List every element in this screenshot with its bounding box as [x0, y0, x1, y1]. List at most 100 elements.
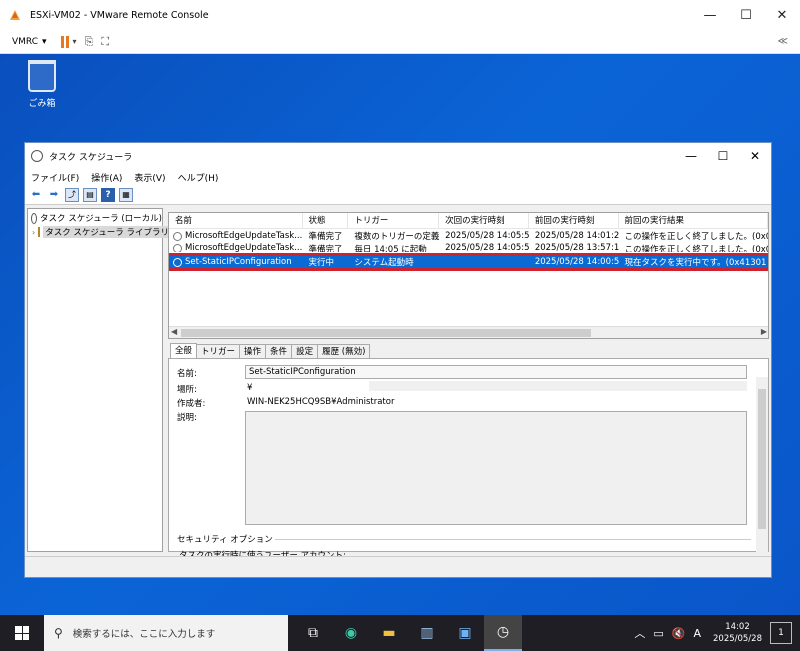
- close-button[interactable]: ✕: [764, 0, 800, 30]
- tab-general[interactable]: 全般: [170, 343, 198, 358]
- ts-maximize-button[interactable]: ☐: [707, 143, 739, 169]
- ts-minimize-button[interactable]: —: [675, 143, 707, 169]
- forward-arrow-icon[interactable]: ➡: [47, 188, 61, 202]
- tree-item-local[interactable]: タスク スケジューラ (ローカル): [28, 211, 162, 225]
- remote-desktop-icon[interactable]: ▣: [446, 615, 484, 651]
- network-icon[interactable]: ⎘: [85, 35, 94, 49]
- column-header-next-run[interactable]: 次回の実行時刻: [439, 213, 529, 228]
- tree-item-label: タスク スケジューラ (ローカル): [40, 214, 162, 224]
- table-row-selected[interactable]: Set-StaticIPConfiguration 実行中 システム起動時 20…: [169, 253, 768, 271]
- taskbar: ⚲ 検索するには、ここに入力します ⧉ ◉ ▬ ▥ ▣ ◷ ︿ ▭ 🔇 A 14…: [0, 615, 800, 651]
- task-icon: [173, 243, 182, 252]
- cell-last-run: 2025/05/28 14:00:55: [534, 257, 619, 267]
- tab-actions[interactable]: 操作: [239, 344, 267, 358]
- column-header-name[interactable]: 名前: [169, 213, 303, 228]
- ts-toolbar: ⬅ ➡ ⤴ ▤ ? ▦: [25, 185, 771, 205]
- volume-muted-icon[interactable]: 🔇: [672, 627, 686, 640]
- recycle-bin[interactable]: ごみ箱: [22, 60, 62, 109]
- menu-view[interactable]: 表示(V): [134, 171, 165, 184]
- table-row[interactable]: MicrosoftEdgeUpdateTask... 準備完了 複数のトリガーの…: [169, 229, 768, 243]
- file-explorer-icon[interactable]: ▬: [370, 615, 408, 651]
- notification-center-button[interactable]: 1: [770, 622, 792, 644]
- chevron-up-icon[interactable]: ︿: [634, 625, 645, 641]
- cell-last-result: 現在タスクを実行中です。(0x41301): [624, 258, 768, 268]
- windows-logo-icon: [15, 626, 29, 640]
- tab-triggers[interactable]: トリガー: [196, 344, 241, 358]
- scroll-thumb[interactable]: [181, 329, 591, 337]
- table-row[interactable]: MicrosoftEdgeUpdateTask... 準備完了 毎日 14:05…: [169, 243, 768, 252]
- task-scheduler-window: タスク スケジューラ — ☐ ✕ ファイル(F) 操作(A) 表示(V) ヘルプ…: [24, 142, 772, 578]
- edge-icon[interactable]: ◉: [332, 615, 370, 651]
- collapse-toolbar-button[interactable]: ≪: [778, 36, 788, 47]
- taskbar-clock[interactable]: 14:02 2025/05/28: [713, 621, 762, 645]
- location-value: ¥: [247, 383, 253, 393]
- cell-last-result: この操作を正しく終了しました。(0x0): [624, 232, 768, 242]
- properties-icon[interactable]: ▦: [119, 187, 133, 202]
- chevron-down-icon[interactable]: ▾: [73, 37, 77, 46]
- clock-date: 2025/05/28: [713, 634, 762, 644]
- scroll-left-icon[interactable]: ◀: [171, 327, 177, 336]
- cell-name: MicrosoftEdgeUpdateTask...: [185, 231, 303, 241]
- help-icon[interactable]: ?: [101, 187, 115, 202]
- fullscreen-icon[interactable]: ⛶: [101, 35, 109, 49]
- name-label: 名前:: [177, 369, 197, 379]
- menu-action[interactable]: 操作(A): [91, 171, 122, 184]
- task-list-header: 名前 状態 トリガー 次回の実行時刻 前回の実行時刻 前回の実行結果: [169, 213, 768, 229]
- column-header-last-result[interactable]: 前回の実行結果: [619, 213, 768, 228]
- author-label: 作成者:: [177, 399, 206, 409]
- column-header-trigger[interactable]: トリガー: [348, 213, 440, 228]
- tab-settings[interactable]: 設定: [291, 344, 319, 358]
- back-arrow-icon[interactable]: ⬅: [29, 188, 43, 202]
- ime-indicator[interactable]: A: [693, 627, 701, 640]
- task-scheduler-taskbar-icon[interactable]: ◷: [484, 615, 522, 651]
- system-tray: ︿ ▭ 🔇 A 14:02 2025/05/28 1: [634, 615, 800, 651]
- ts-menu-bar: ファイル(F) 操作(A) 表示(V) ヘルプ(H): [25, 169, 771, 185]
- ts-window-title: タスク スケジューラ: [49, 152, 133, 163]
- tab-conditions[interactable]: 条件: [265, 344, 293, 358]
- vmrc-title-bar: ESXi-VM02 - VMware Remote Console — ☐ ✕: [0, 0, 800, 30]
- horizontal-scrollbar[interactable]: ◀ ▶: [169, 326, 768, 338]
- column-header-status[interactable]: 状態: [303, 213, 349, 228]
- recycle-bin-label: ごみ箱: [28, 99, 56, 109]
- cell-status: 準備完了: [308, 232, 343, 242]
- description-label: 説明:: [177, 413, 197, 423]
- vmrc-menu-button[interactable]: VMRC ▾: [12, 37, 47, 47]
- name-field[interactable]: Set-StaticIPConfiguration: [245, 365, 747, 379]
- menu-help[interactable]: ヘルプ(H): [178, 171, 219, 184]
- pause-icon[interactable]: [60, 35, 69, 48]
- cell-trigger: 毎日 14:05 に起動: [354, 245, 427, 252]
- cell-status: 実行中: [308, 258, 335, 268]
- tab-history[interactable]: 履歴 (無効): [317, 344, 371, 358]
- show-hide-pane-icon[interactable]: ▤: [83, 187, 97, 202]
- vmrc-toolbar: VMRC ▾ ▾ ⎘ ⛶ ≪: [0, 30, 800, 54]
- up-folder-icon[interactable]: ⤴: [65, 187, 79, 202]
- task-detail-pane: 全般 トリガー 操作 条件 設定 履歴 (無効) 名前: Set-StaticI…: [168, 343, 769, 561]
- ts-close-button[interactable]: ✕: [739, 143, 771, 169]
- location-label: 場所:: [177, 385, 197, 395]
- start-button[interactable]: [0, 615, 44, 651]
- chevron-right-icon[interactable]: ›: [32, 228, 35, 237]
- cell-trigger: システム起動時: [354, 258, 414, 268]
- tree-item-library[interactable]: › タスク スケジューラ ライブラリ: [28, 225, 172, 239]
- search-placeholder: 検索するには、ここに入力します: [72, 629, 216, 640]
- menu-file[interactable]: ファイル(F): [31, 171, 79, 184]
- task-scheduler-icon: [31, 150, 43, 162]
- detail-tabs: 全般 トリガー 操作 条件 設定 履歴 (無効): [168, 343, 769, 358]
- folder-icon: [38, 227, 41, 237]
- task-view-icon[interactable]: ⧉: [294, 615, 332, 651]
- scroll-right-icon[interactable]: ▶: [761, 327, 767, 336]
- minimize-button[interactable]: —: [692, 0, 728, 30]
- maximize-button[interactable]: ☐: [728, 0, 764, 30]
- taskbar-search-box[interactable]: ⚲ 検索するには、ここに入力します: [44, 615, 288, 651]
- cell-last-run: 2025/05/28 13:57:18: [534, 243, 619, 252]
- network-icon[interactable]: ▭: [653, 627, 663, 640]
- column-header-last-run[interactable]: 前回の実行時刻: [529, 213, 619, 228]
- recycle-bin-icon: [28, 60, 56, 92]
- scroll-thumb[interactable]: [758, 389, 766, 529]
- cell-next-run: 2025/05/28 14:05:58: [445, 231, 529, 241]
- description-field[interactable]: [245, 411, 747, 525]
- server-manager-icon[interactable]: ▥: [408, 615, 446, 651]
- chevron-down-icon: ▾: [42, 36, 47, 47]
- vertical-scrollbar[interactable]: [756, 377, 768, 553]
- status-bar: [25, 556, 771, 576]
